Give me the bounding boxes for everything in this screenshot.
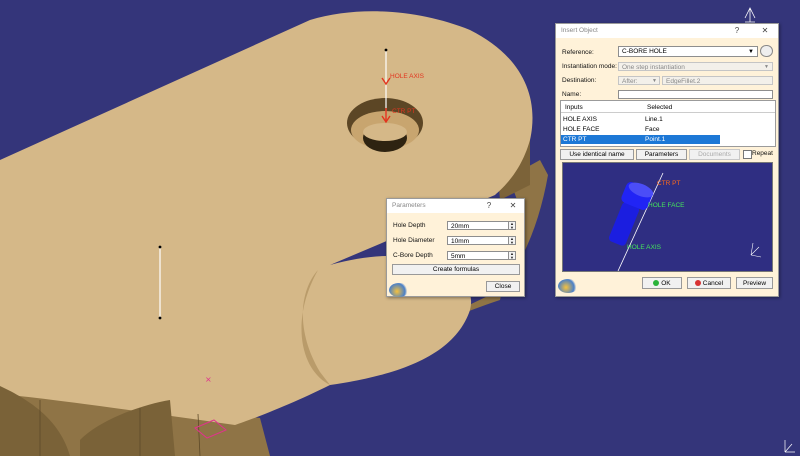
ctr-pt-annotation: CTR PT <box>392 108 416 115</box>
cbore-depth-label: C-Bore Depth <box>393 252 433 259</box>
parameters-titlebar[interactable]: Parameters <box>387 199 524 213</box>
parameters-dialog: Parameters ? ✕ Hole Depth 20mm ▲ ▼ Hole D… <box>386 198 525 297</box>
hole-diameter-stepper[interactable]: ▲ ▼ <box>508 236 516 245</box>
help-button[interactable]: ? <box>730 24 744 38</box>
insert-object-titlebar[interactable]: Insert Object <box>556 24 778 38</box>
hole-diameter-label: Hole Diameter <box>393 237 435 244</box>
inputs-table: Inputs Selected HOLE AXIS Line.1 HOLE FA… <box>560 100 776 147</box>
instantiation-mode-label: Instantiation mode: <box>562 63 617 70</box>
hole-axis-annotation: HOLE AXIS <box>390 73 425 80</box>
preview-panel: CTR PT HOLE FACE HOLE AXIS <box>562 162 773 272</box>
catia-logo-icon <box>389 283 409 297</box>
chevron-down-icon[interactable]: ▼ <box>764 63 769 70</box>
parameters-title: Parameters <box>392 202 426 209</box>
close-x-button[interactable]: ✕ <box>506 199 520 213</box>
input-cell: CTR PT <box>563 136 587 143</box>
line-endpoint-bottom <box>158 316 162 320</box>
selected-cell: Point.1 <box>645 136 666 143</box>
selected-cell: Line.1 <box>645 116 663 123</box>
hole-diameter-field[interactable]: 10mm <box>447 236 509 245</box>
preview-ctr-pt-label: CTR PT <box>657 180 681 187</box>
hole-depth-label: Hole Depth <box>393 222 426 229</box>
input-cell: HOLE AXIS <box>563 116 597 123</box>
selected-cell: Face <box>645 126 660 133</box>
preview-hole-face-label: HOLE FACE <box>648 202 685 209</box>
preview-bolt-body <box>608 202 640 246</box>
table-row-selected[interactable]: CTR PT Point.1 <box>561 135 720 144</box>
hole-depth-stepper[interactable]: ▲ ▼ <box>508 221 516 230</box>
table-row[interactable]: HOLE FACE Face <box>561 125 775 134</box>
input-cell: HOLE FACE <box>563 126 600 133</box>
table-row[interactable]: HOLE AXIS Line.1 <box>561 115 775 124</box>
reference-label: Reference: <box>562 49 594 56</box>
inputs-column-header[interactable]: Inputs <box>565 103 583 112</box>
destination-mode-value: After: <box>622 78 638 85</box>
cbore-depth-stepper[interactable]: ▲ ▼ <box>508 251 516 260</box>
cancel-icon <box>694 280 701 287</box>
reference-select[interactable]: C-BORE HOLE ▼ <box>618 46 758 57</box>
point-marker[interactable]: × <box>205 375 212 384</box>
use-identical-name-button[interactable]: Use identical name <box>560 149 634 160</box>
preview-svg: CTR PT HOLE FACE HOLE AXIS <box>608 172 762 271</box>
reference-value: C-BORE HOLE <box>622 48 667 55</box>
compass-icon[interactable] <box>744 7 756 23</box>
chevron-down-icon[interactable]: ▼ <box>652 77 657 84</box>
destination-field[interactable]: EdgeFillet.2 <box>662 76 773 85</box>
insert-object-title: Insert Object <box>561 27 598 34</box>
repeat-label: Repeat <box>752 150 773 157</box>
axis-triad-icon <box>750 242 762 258</box>
chevron-down-icon[interactable]: ▼ <box>748 47 754 56</box>
parameters-button[interactable]: Parameters <box>636 149 687 160</box>
instantiation-mode-select[interactable]: One step instantiation ▼ <box>618 62 773 71</box>
hole-axis-top-point <box>384 48 388 52</box>
cbore-depth-field[interactable]: 5mm <box>447 251 509 260</box>
table-header: Inputs Selected <box>561 103 775 113</box>
catia-logo-icon <box>558 279 578 293</box>
ok-icon <box>653 280 660 287</box>
preview-hole-axis-label: HOLE AXIS <box>627 244 662 251</box>
ok-label: OK <box>661 280 671 287</box>
axis-triad-icon <box>784 440 795 453</box>
cancel-button[interactable]: Cancel <box>687 277 731 289</box>
name-field[interactable] <box>618 90 773 99</box>
selected-column-header[interactable]: Selected <box>647 103 672 112</box>
hole-depth-field[interactable]: 20mm <box>447 221 509 230</box>
help-button[interactable]: ? <box>482 199 496 213</box>
destination-label: Destination: <box>562 77 597 84</box>
documents-button[interactable]: Documents <box>689 149 740 160</box>
close-x-button[interactable]: ✕ <box>758 24 772 38</box>
instantiation-mode-value: One step instantiation <box>622 64 685 71</box>
line-endpoint-top <box>158 245 162 249</box>
insert-object-dialog: Insert Object ? ✕ Reference: C-BORE HOLE… <box>555 23 779 297</box>
destination-mode-select[interactable]: After: ▼ <box>618 76 660 85</box>
ok-button[interactable]: OK <box>642 277 682 289</box>
cancel-label: Cancel <box>702 280 724 287</box>
name-label: Name: <box>562 91 582 98</box>
hole-bottom-rim <box>363 123 407 141</box>
repeat-checkbox[interactable] <box>743 150 752 159</box>
catalog-browser-icon[interactable] <box>760 45 773 57</box>
preview-button[interactable]: Preview <box>736 277 773 289</box>
close-button[interactable]: Close <box>486 281 520 292</box>
create-formulas-button[interactable]: Create formulas <box>392 264 520 275</box>
